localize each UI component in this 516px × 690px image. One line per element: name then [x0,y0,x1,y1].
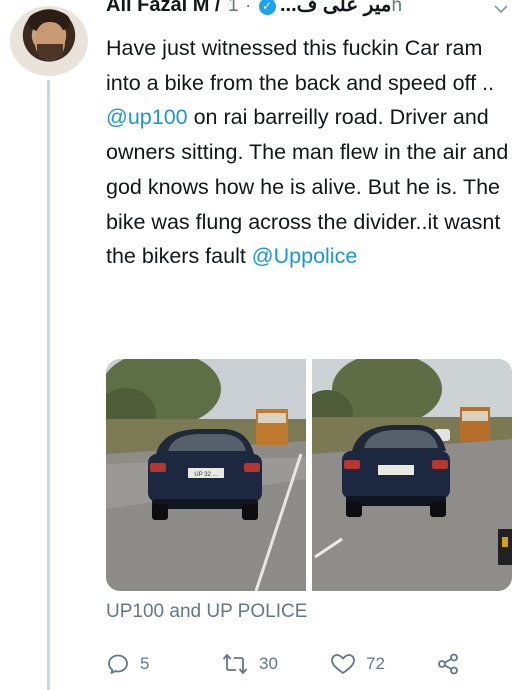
heart-icon [330,652,356,676]
verified-badge-icon: ✓ [258,0,276,15]
photo-1[interactable]: UP 32 ... [106,359,306,591]
tweet-header: Ali Fazal M / میر علی ف... ✓ · 1h [106,0,510,26]
tweet-text-part: Have just witnessed this fuckin Car ram … [106,36,495,95]
tweet-text: Have just witnessed this fuckin Car ram … [106,31,510,274]
photo-2[interactable] [312,359,512,591]
like-count: 72 [366,654,385,673]
reply-button[interactable]: 5 [106,650,149,678]
thread-line [47,80,50,690]
reply-count: 5 [140,654,150,673]
avatar[interactable] [10,6,88,76]
chevron-down-icon[interactable] [492,2,510,16]
media-grid: UP 32 ... [106,359,512,591]
share-icon [436,652,460,676]
card-label[interactable]: UP100 and UP POLICE [106,601,307,623]
mention-link[interactable]: @Uppolice [252,244,357,268]
mention-link[interactable]: @up100 [106,105,188,129]
plate-text-1: UP 32 ... [194,472,218,478]
action-bar: 5 30 72 [106,650,510,678]
like-button[interactable]: 72 [330,650,385,678]
avatar-beard [37,44,63,60]
retweet-button[interactable]: 30 [221,650,278,678]
reply-icon [106,652,130,676]
share-button[interactable] [436,650,460,678]
retweet-count: 30 [259,654,278,673]
header-separator: · [245,0,252,15]
retweet-icon [221,652,249,676]
